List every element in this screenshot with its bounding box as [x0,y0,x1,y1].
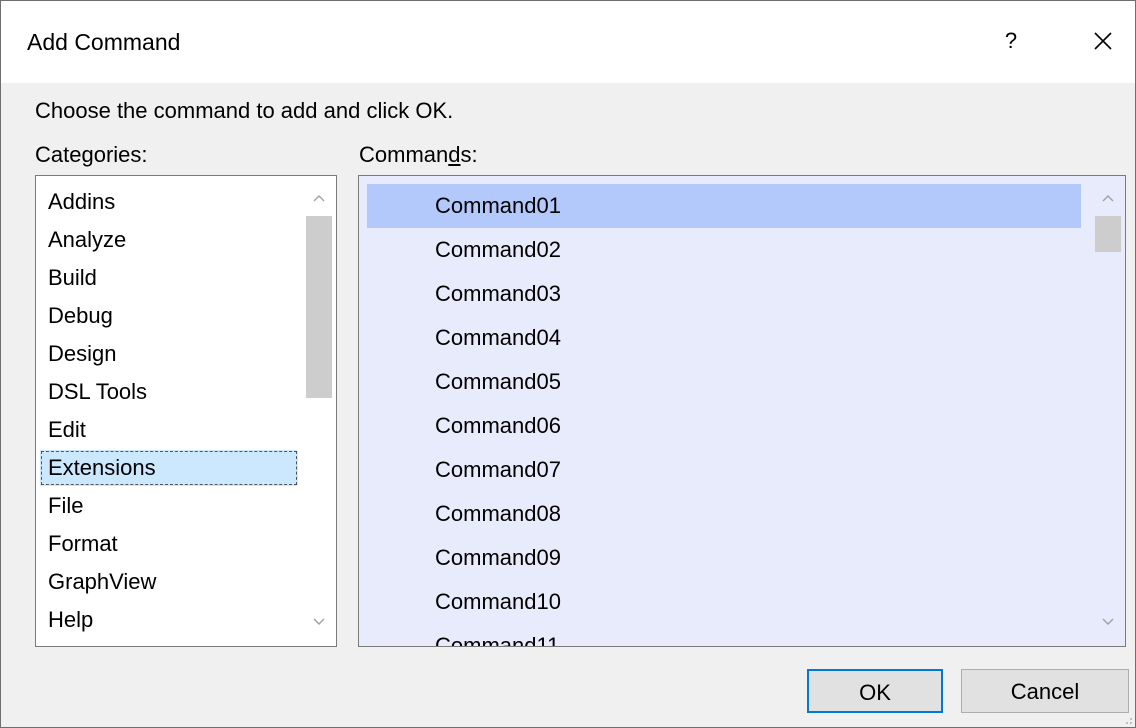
resize-grip-icon[interactable] [1121,713,1133,725]
category-item[interactable]: Analyze [42,222,296,258]
add-command-dialog: Add Command ? Choose the command to add … [0,0,1136,728]
close-icon [1094,32,1112,50]
category-item[interactable]: File [42,488,296,524]
category-item[interactable]: Debug [42,298,296,334]
command-item[interactable]: Command03 [367,272,1081,316]
commands-listbox[interactable]: Command01 Command02 Command03 Command04 … [358,175,1126,647]
command-item[interactable]: Command07 [367,448,1081,492]
command-item[interactable]: Command06 [367,404,1081,448]
chevron-up-icon[interactable] [1091,182,1125,216]
chevron-down-icon[interactable] [1091,606,1125,640]
dialog-title: Add Command [27,29,181,55]
instruction-text: Choose the command to add and click OK. [35,98,454,123]
category-item[interactable]: Edit [42,412,296,448]
title-bar: Add Command ? [1,1,1135,83]
chevron-up-icon[interactable] [302,182,336,216]
command-item[interactable]: Command08 [367,492,1081,536]
category-item[interactable]: GraphView [42,564,296,600]
category-item[interactable]: Design [42,336,296,372]
categories-listbox[interactable]: Addins Analyze Build Debug Design DSL To… [35,175,337,647]
category-item[interactable]: Build [42,260,296,296]
help-button[interactable]: ? [987,19,1035,63]
categories-scrollbar[interactable] [302,176,336,646]
commands-label: Commands: [359,142,478,167]
command-item[interactable]: Command04 [367,316,1081,360]
categories-scroll-thumb[interactable] [306,216,332,398]
category-item[interactable]: DSL Tools [42,374,296,410]
categories-label: Categories: [35,142,148,167]
commands-scrollbar[interactable] [1091,176,1125,646]
category-item[interactable]: Help [42,602,296,638]
command-item[interactable]: Command02 [367,228,1081,272]
command-item[interactable]: Command09 [367,536,1081,580]
close-button[interactable] [1079,19,1127,63]
cancel-button[interactable]: Cancel [961,669,1129,713]
category-item[interactable]: Format [42,526,296,562]
ok-button[interactable]: OK [807,669,943,713]
category-item[interactable]: Addins [42,184,296,220]
command-item[interactable]: Command11 [367,624,1081,646]
command-item[interactable]: Command05 [367,360,1081,404]
command-item[interactable]: Command10 [367,580,1081,624]
category-item-selected[interactable]: Extensions [40,450,298,486]
command-item-selected[interactable]: Command01 [367,184,1081,228]
chevron-down-icon[interactable] [302,606,336,640]
commands-scroll-thumb[interactable] [1095,216,1121,252]
